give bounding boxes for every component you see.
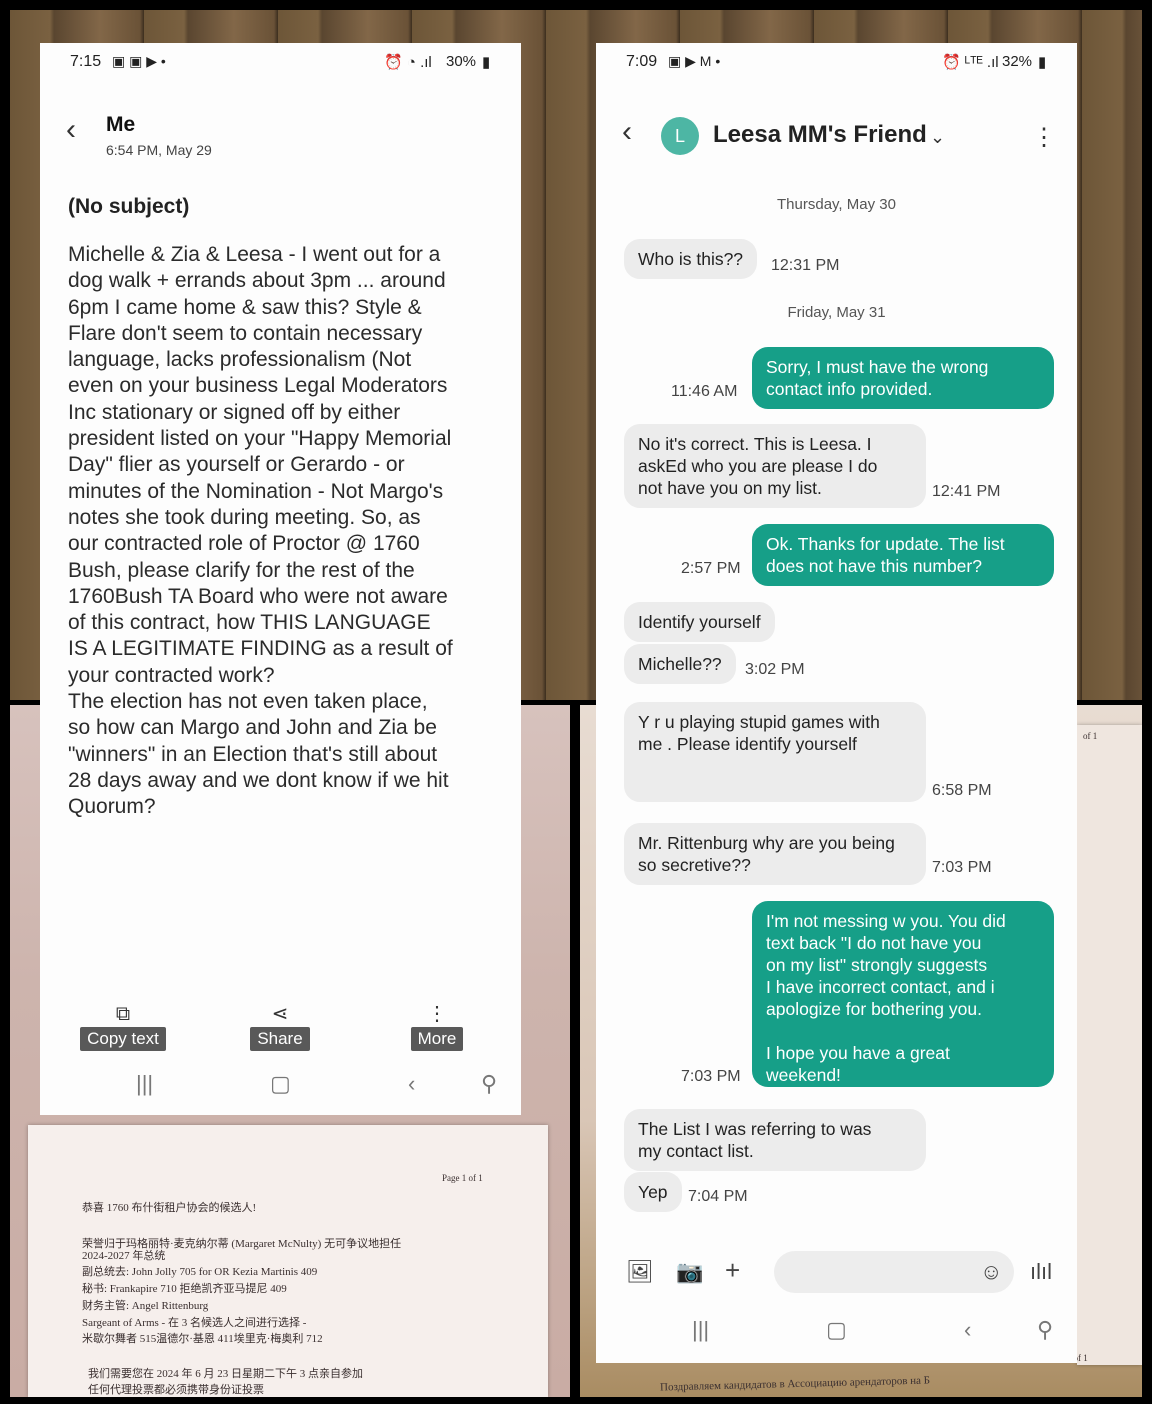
status-time: 7:15	[70, 53, 102, 70]
add-icon[interactable]: +	[725, 1255, 740, 1286]
accessibility-icon[interactable]: ⚲	[1037, 1317, 1053, 1343]
message-bubble[interactable]: No it's correct. This is Leesa. I askEd …	[624, 424, 926, 508]
page-marker: of 1	[1083, 731, 1098, 741]
message-time: 7:03 PM	[932, 859, 992, 876]
emoji-icon[interactable]: ☺	[980, 1259, 1002, 1285]
notice-line: 恭喜 1760 布什街租户协会的候选人!	[82, 1202, 257, 1214]
share-icon: ⋖	[271, 1003, 289, 1025]
contact-avatar[interactable]: L	[661, 117, 699, 155]
conversation-screen: 7:09 ▣ ▶ M • ⏰ ᴸᵀᴱ .ıl 32% ▮ ‹ L Leesa M…	[596, 43, 1077, 1363]
chevron-down-icon[interactable]: ⌄	[930, 127, 945, 148]
home-icon[interactable]: ▢	[270, 1071, 291, 1097]
home-icon[interactable]: ▢	[826, 1317, 847, 1343]
message-bubble[interactable]: Identify yourself	[624, 602, 775, 642]
recent-apps-icon[interactable]: |||	[692, 1317, 709, 1343]
message-bubble[interactable]: I'm not messing w you. You did text back…	[752, 901, 1054, 1087]
message-bubble[interactable]: Yep	[624, 1172, 682, 1212]
notification-icons: ▣ ▣ ▶ •	[112, 53, 166, 69]
share-button[interactable]: ⋖ Share	[235, 1001, 325, 1051]
system-nav-bar: ||| ▢ ‹ ⚲	[40, 1071, 521, 1101]
message-time: 6:58 PM	[932, 782, 992, 799]
notification-icons: ▣ ▶ M •	[668, 53, 721, 69]
recent-apps-icon[interactable]: |||	[136, 1071, 153, 1097]
contact-name[interactable]: Leesa MM's Friend	[713, 121, 927, 149]
battery-icon: ▮	[1038, 54, 1047, 71]
message-bubble[interactable]: Who is this??	[624, 239, 758, 279]
notice-line: Sargeant of Arms - 在 3 名候选人之间进行选择 -	[82, 1317, 307, 1329]
message-bubble[interactable]: Ok. Thanks for update. The list does not…	[752, 524, 1054, 586]
message-bubble[interactable]: Y r u playing stupid games with me . Ple…	[624, 702, 926, 802]
message-time: 12:41 PM	[932, 483, 1001, 500]
message-time: 2:57 PM	[681, 560, 741, 577]
share-label: Share	[250, 1027, 310, 1051]
sender-name: Me	[106, 113, 136, 136]
notice-line: 副总统去: John Jolly 705 for OR Kezia Martin…	[82, 1266, 318, 1278]
overflow-menu-icon[interactable]: ⋮	[1032, 123, 1056, 152]
battery-level: 30%	[446, 53, 477, 70]
message-input[interactable]	[774, 1251, 1014, 1293]
camera-icon[interactable]: 📷	[676, 1259, 703, 1285]
message-bubble[interactable]: Michelle??	[624, 644, 736, 684]
message-detail-screen: 7:15 ▣ ▣ ▶ • ⏰ ◔ .ıl 30% ▮ ‹ Me 6:54 PM,…	[40, 43, 521, 1115]
copy-icon: ⧉	[115, 1003, 131, 1025]
message-time: 12:31 PM	[771, 257, 840, 274]
more-icon: ⋮	[427, 1003, 447, 1025]
copy-text-button[interactable]: ⧉ Copy text	[78, 1001, 168, 1051]
voice-record-icon[interactable]: ılıl	[1030, 1259, 1052, 1285]
date-separator: Friday, May 31	[787, 304, 886, 321]
back-icon[interactable]: ‹	[622, 115, 632, 149]
gallery-icon[interactable]: 🖼	[626, 1259, 654, 1285]
copy-text-label: Copy text	[80, 1027, 166, 1051]
notice-line: 米歇尔舞者 515温德尔·基恩 411埃里克·梅奥利 712	[82, 1333, 323, 1345]
status-icons: ⏰ ◔ .ıl	[384, 54, 432, 71]
notice-line: 我们需要您在 2024 年 6 月 23 日星期二下午 3 点亲自参加	[88, 1368, 363, 1380]
back-nav-icon[interactable]: ‹	[964, 1317, 971, 1343]
system-nav-bar: ||| ▢ ‹ ⚲	[596, 1317, 1077, 1347]
date-separator: Thursday, May 30	[777, 196, 896, 213]
page-marker: Page 1 of 1	[442, 1173, 483, 1183]
back-icon[interactable]: ‹	[66, 113, 76, 147]
message-time: 7:04 PM	[688, 1188, 748, 1205]
battery-icon: ▮	[482, 54, 491, 71]
message-body: Michelle & Zia & Leesa - I went out for …	[68, 243, 453, 819]
printed-notice-chinese: Page 1 of 1 恭喜 1760 布什街租户协会的候选人! 荣誉归于玛格丽…	[28, 1125, 548, 1397]
status-time: 7:09	[626, 53, 658, 70]
notice-line: 财务主管: Angel Rittenburg	[82, 1300, 209, 1312]
notice-line: 秘书: Frankapire 710 拒绝凯齐亚马提尼 409	[82, 1283, 287, 1295]
message-time: 3:02 PM	[745, 661, 805, 678]
notice-line: 2024-2027 年总统	[82, 1250, 166, 1262]
printed-notice-russian: of 1 Page 1 of 1	[1047, 725, 1142, 1365]
accessibility-icon[interactable]: ⚲	[481, 1071, 497, 1097]
message-time: 7:03 PM	[681, 1068, 741, 1085]
status-icons: ⏰ ᴸᵀᴱ .ıl	[942, 54, 999, 71]
more-button[interactable]: ⋮ More	[392, 1001, 482, 1051]
notice-line: 任何代理投票都必须携带身份证投票	[88, 1384, 264, 1396]
more-label: More	[410, 1027, 464, 1051]
back-nav-icon[interactable]: ‹	[408, 1071, 415, 1097]
message-bubble[interactable]: Sorry, I must have the wrong contact inf…	[752, 347, 1054, 409]
message-time: 11:46 AM	[671, 383, 738, 400]
message-date: 6:54 PM, May 29	[106, 142, 212, 158]
message-bubble[interactable]: Mr. Rittenburg why are you being so secr…	[624, 823, 926, 885]
message-subject: (No subject)	[68, 195, 190, 218]
message-bubble[interactable]: The List I was referring to was my conta…	[624, 1109, 926, 1171]
battery-level: 32%	[1002, 53, 1033, 70]
